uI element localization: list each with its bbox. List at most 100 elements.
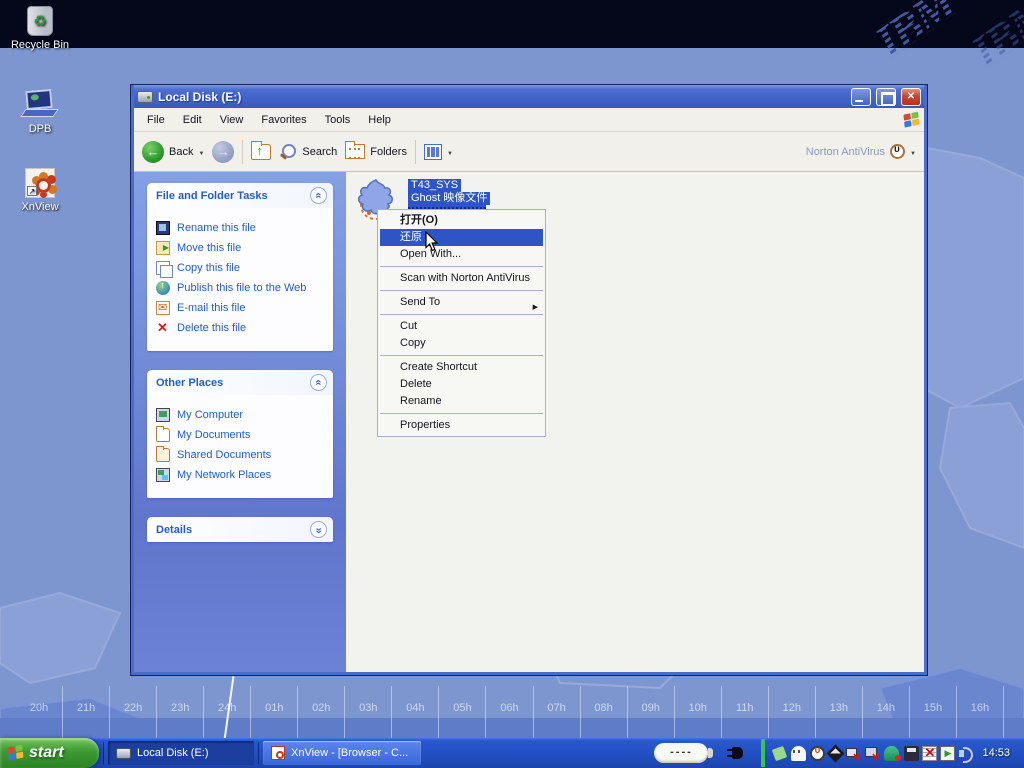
taskbar-button-xnview[interactable]: XnView - [Browser - C... (263, 741, 421, 765)
ruler-label: 04h (392, 702, 438, 714)
menu-separator (380, 413, 543, 414)
place-my-documents[interactable]: My Documents (156, 428, 327, 442)
menu-separator (380, 290, 543, 291)
tray-disabled-device-icon[interactable] (922, 746, 937, 761)
task-email-this-file[interactable]: E-mail this file (156, 301, 327, 315)
tray-edge-strip (761, 739, 765, 767)
place-my-network-places[interactable]: My Network Places (156, 468, 327, 482)
menu-item-properties[interactable]: Properties (378, 417, 545, 434)
tray-network-disconnected-icon[interactable] (864, 746, 879, 761)
ruler-label: 06h (486, 702, 532, 714)
tray-print-monitor-icon[interactable] (904, 746, 919, 761)
back-dropdown-caret-icon[interactable] (198, 146, 204, 158)
menu-edit[interactable]: Edit (174, 111, 211, 129)
mouse-cursor (425, 231, 439, 252)
menu-view[interactable]: View (211, 111, 253, 129)
menu-item-delete[interactable]: Delete (378, 376, 545, 393)
email-icon (156, 301, 170, 315)
collapse-chevron-icon[interactable]: » (310, 187, 327, 204)
menu-item-restore[interactable]: 还原 (380, 229, 543, 246)
desktop-icon-label: DPB (29, 123, 52, 135)
ruler-label: 21h (63, 702, 109, 714)
ruler-label: 16h (957, 702, 1003, 714)
place-shared-documents[interactable]: Shared Documents (156, 448, 327, 462)
views-dropdown-caret-icon (447, 146, 453, 158)
ruler-label: 10h (675, 702, 721, 714)
minimize-button[interactable] (851, 88, 871, 106)
expand-chevron-icon[interactable]: » (310, 521, 327, 538)
battery-meter[interactable]: ---- (654, 743, 708, 763)
taskbar-button-local-disk[interactable]: Local Disk (E:) (108, 741, 254, 765)
tray-mail-icon[interactable] (827, 744, 845, 762)
task-delete-this-file[interactable]: Delete this file (156, 321, 327, 335)
menu-favorites[interactable]: Favorites (252, 111, 315, 129)
menu-bar: File Edit View Favorites Tools Help (134, 108, 924, 132)
tray-messenger-icon[interactable] (884, 746, 899, 761)
ruler-label: 15h (910, 702, 956, 714)
ruler-label: 02h (298, 702, 344, 714)
folders-button[interactable]: Folders (345, 144, 407, 159)
xnview-icon (271, 746, 285, 760)
taskbar: start Local Disk (E:) XnView - [Browser … (0, 738, 1024, 768)
desktop: IBM IBM 20h 21h 22h 23h 24h 01h 02h 03h … (0, 0, 1024, 768)
desktop-icon-dpb[interactable]: DPB (4, 88, 76, 135)
ruler-label: 09h (628, 702, 674, 714)
maximize-button[interactable] (876, 88, 896, 106)
menu-item-open[interactable]: 打开(O) (378, 212, 545, 229)
toolbar: Back Search Folders (134, 132, 924, 172)
task-publish-this-file[interactable]: Publish this file to the Web (156, 281, 327, 295)
ruler-label: 20h (16, 702, 62, 714)
title-bar[interactable]: Local Disk (E:) (134, 85, 924, 108)
wallpaper-time-ruler: 20h 21h 22h 23h 24h 01h 02h 03h 04h 05h … (0, 686, 1024, 738)
place-my-computer[interactable]: My Computer (156, 408, 327, 422)
menu-file[interactable]: File (138, 111, 174, 129)
ac-power-plug-icon (725, 745, 747, 761)
other-places-header[interactable]: Other Places » (147, 370, 333, 395)
desktop-icon-recycle-bin[interactable]: Recycle Bin (4, 6, 76, 51)
desktop-icon-xnview[interactable]: XnView (4, 168, 76, 213)
task-copy-this-file[interactable]: Copy this file (156, 261, 327, 275)
menu-item-rename[interactable]: Rename (378, 393, 545, 410)
windows-flag-icon (903, 111, 920, 128)
tray-media-player-icon[interactable] (940, 746, 955, 761)
menu-item-send-to[interactable]: Send To▶ (378, 294, 545, 311)
file-tasks-header[interactable]: File and Folder Tasks » (147, 183, 333, 208)
ruler-label: 23h (157, 702, 203, 714)
views-button[interactable] (424, 144, 453, 160)
back-button[interactable]: Back (142, 141, 204, 163)
menu-help[interactable]: Help (359, 111, 400, 129)
menu-item-copy[interactable]: Copy (378, 335, 545, 352)
search-button[interactable]: Search (279, 143, 337, 161)
task-pane: File and Folder Tasks » Rename this file… (134, 172, 346, 672)
forward-button[interactable] (212, 141, 234, 163)
tray-norton-antivirus-icon[interactable] (810, 746, 825, 761)
up-button[interactable] (251, 144, 271, 160)
norton-antivirus-button[interactable]: Norton AntiVirus (806, 144, 916, 159)
toolbar-separator (415, 140, 416, 164)
window-title: Local Disk (E:) (158, 90, 846, 104)
folders-icon (345, 144, 365, 159)
task-rename-this-file[interactable]: Rename this file (156, 221, 327, 235)
tray-volume-icon[interactable] (958, 746, 973, 761)
tray-wireless-disconnected-icon[interactable] (846, 746, 861, 761)
shared-documents-icon (156, 448, 170, 462)
menu-separator (380, 266, 543, 267)
start-button[interactable]: start (0, 738, 99, 768)
menu-item-create-shortcut[interactable]: Create Shortcut (378, 359, 545, 376)
tray-ghost-icon[interactable] (791, 746, 806, 761)
task-move-this-file[interactable]: Move this file (156, 241, 327, 255)
menu-item-open-with[interactable]: Open With... (378, 246, 545, 263)
taskbar-clock[interactable]: 14:53 (982, 747, 1010, 759)
context-menu: 打开(O) 还原 Open With... Scan with Norton A… (377, 209, 546, 437)
menu-tools[interactable]: Tools (316, 111, 360, 129)
taskbar-separator (258, 742, 259, 764)
menu-item-cut[interactable]: Cut (378, 318, 545, 335)
xnview-icon (25, 168, 55, 198)
details-header[interactable]: Details » (147, 517, 333, 542)
collapse-chevron-icon[interactable]: » (310, 374, 327, 391)
submenu-arrow-icon: ▶ (533, 299, 538, 316)
views-icon (424, 144, 442, 160)
tray-connector-icon[interactable] (772, 745, 787, 760)
menu-item-scan-norton[interactable]: Scan with Norton AntiVirus (378, 270, 545, 287)
close-button[interactable] (901, 88, 921, 106)
